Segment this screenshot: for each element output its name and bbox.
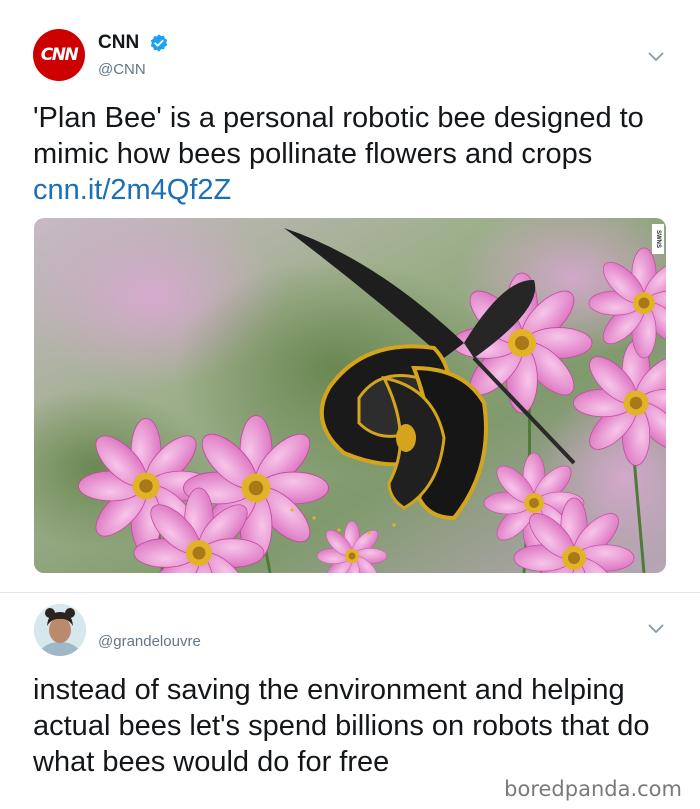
- chevron-down-icon[interactable]: [648, 52, 664, 62]
- author-handle[interactable]: @CNN: [98, 61, 146, 78]
- author-name[interactable]: CNN: [98, 32, 139, 54]
- tweet-media-image[interactable]: [34, 218, 666, 573]
- verified-badge-icon: [150, 34, 168, 52]
- cnn-avatar[interactable]: CNN: [33, 29, 85, 81]
- tweet-body: 'Plan Bee' is a personal robotic bee des…: [33, 102, 644, 170]
- tweet-link[interactable]: cnn.it/2m4Qf2Z: [33, 174, 231, 206]
- user-avatar-image: [34, 604, 86, 656]
- robotic-bee-photo: [34, 218, 666, 573]
- reply-author-handle[interactable]: @grandelouvre: [98, 633, 201, 650]
- chevron-down-icon[interactable]: [648, 624, 664, 634]
- reply-text: instead of saving the environment and he…: [33, 674, 650, 778]
- cnn-logo-text: CNN: [40, 45, 79, 65]
- tweet-text: 'Plan Bee' is a personal robotic bee des…: [33, 100, 673, 208]
- reply-avatar[interactable]: [34, 604, 86, 656]
- source-credit: boredpanda.com: [504, 777, 682, 801]
- tweet-divider: [0, 592, 700, 593]
- media-watermark: SWNS: [652, 224, 664, 254]
